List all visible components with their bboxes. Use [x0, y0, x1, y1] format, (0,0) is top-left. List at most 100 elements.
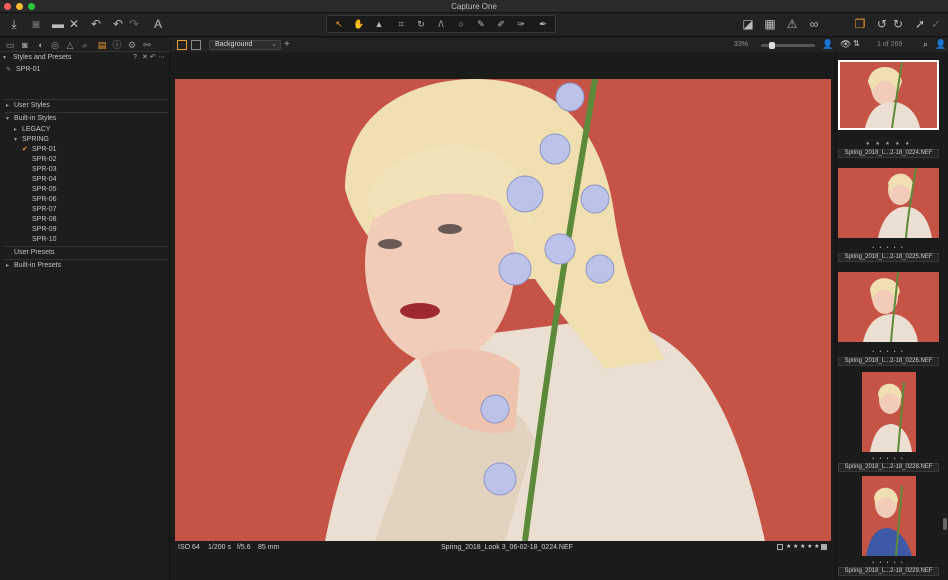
style-item[interactable]: ✔ SPR-01 [0, 145, 168, 155]
more-icon[interactable]: ⋯ [158, 53, 165, 63]
image-viewer: ISO 64 1/200 s f/5.6 85 mm Spring_2018_L… [171, 52, 835, 580]
thumbnail-image [838, 168, 939, 238]
browser-toolbar: 👁 ⇅ 1 of 269 ⌕ 👤 [835, 38, 948, 52]
redo-icon[interactable]: ↷ [126, 16, 142, 32]
rotate-right-icon[interactable]: ↻ [890, 16, 906, 32]
spring-folder[interactable]: ▾ SPRING [0, 135, 168, 145]
window-title: Capture One [451, 2, 497, 11]
background-select[interactable]: Background ⌄ [209, 40, 281, 50]
style-item[interactable]: SPR-05 [0, 185, 168, 195]
user-styles-group[interactable]: ▸ User Styles [0, 101, 168, 111]
thumbnail[interactable] [838, 272, 939, 342]
styles-presets-header[interactable]: ▾ Styles and Presets ? ✕ ↶ ⋯ [0, 53, 168, 63]
legacy-folder[interactable]: ▸ LEGACY [0, 125, 168, 135]
pin-icon[interactable]: ✕ [142, 53, 148, 63]
style-item[interactable]: SPR-07 [0, 205, 168, 215]
stack-icon[interactable]: ❐ [852, 16, 868, 32]
help-icon[interactable]: ? [133, 53, 137, 63]
browser-scrollbar[interactable] [943, 518, 947, 530]
pan-icon[interactable]: ✋ [351, 18, 367, 31]
user-presets-group[interactable]: User Presets [0, 248, 168, 258]
thumbnail-stars[interactable]: • • • • • [838, 349, 939, 355]
section-title: Styles and Presets [13, 54, 72, 61]
rotate-icon[interactable]: ↻ [413, 18, 429, 31]
text-icon[interactable]: A [150, 16, 166, 32]
tab-styles[interactable]: ▤ [96, 39, 108, 51]
viewer-status-bar: ISO 64 1/200 s f/5.6 85 mm Spring_2018_L… [171, 541, 835, 554]
zoom-slider[interactable] [761, 42, 815, 49]
undo-icon[interactable]: ↶ [110, 16, 126, 32]
camera-icon[interactable]: ◙ [28, 16, 44, 32]
reset-icon[interactable]: ↶ [88, 16, 104, 32]
select-checkbox[interactable] [777, 544, 783, 550]
tab-output[interactable]: ⚙ [126, 39, 138, 51]
delete-icon[interactable]: ✕ [66, 16, 82, 32]
aperture-value: f/5.6 [237, 544, 251, 551]
cursor-icon[interactable]: ➚ [912, 16, 928, 32]
grid-icon[interactable]: ▦ [762, 16, 778, 32]
thumbnail-image [838, 272, 939, 342]
check-icon[interactable]: ✓ [928, 16, 944, 32]
tab-batch[interactable]: ⚯ [141, 39, 153, 51]
thumbnail-stars[interactable]: • • • • • [838, 456, 939, 462]
thumbnail-filename: Spring_2018_L...2-18_0226.NEF [838, 357, 939, 366]
thumbnail[interactable] [838, 168, 939, 238]
brush-icon[interactable]: ✎ [473, 18, 489, 31]
sort-icon[interactable]: ⇅ [853, 39, 860, 48]
style-item[interactable]: SPR-04 [0, 175, 168, 185]
tab-details[interactable]: ⌕ [79, 39, 91, 51]
thumbnail-stars[interactable]: • • • • • [838, 560, 939, 566]
single-view-icon[interactable] [191, 40, 201, 50]
thumbnail-image [862, 372, 916, 452]
warning-icon[interactable]: ⚠ [784, 16, 800, 32]
zoom-slider-handle[interactable] [769, 42, 775, 49]
main-photo[interactable] [175, 79, 831, 541]
glasses-icon[interactable]: ∞ [806, 16, 822, 32]
eye-icon[interactable]: 👁 [840, 39, 851, 50]
thumbnail-stars[interactable]: ★ ★ ★ ★ ★ [838, 141, 939, 147]
tab-lens[interactable]: ◖ [34, 39, 46, 51]
thumbnail[interactable] [838, 372, 939, 452]
star-rating[interactable]: ★ ★ ★ ★ ★ [786, 541, 820, 554]
style-item[interactable]: SPR-02 [0, 155, 168, 165]
tab-library[interactable]: ▭ [4, 39, 16, 51]
eraser-icon[interactable]: ✑ [513, 18, 529, 31]
person-icon[interactable]: 👤 [822, 39, 833, 50]
loupe-icon[interactable]: ▲ [371, 18, 387, 31]
keystone-icon[interactable]: /\ [433, 18, 449, 31]
color-tag[interactable] [821, 544, 827, 550]
select-icon[interactable]: ↖ [331, 18, 347, 31]
style-item[interactable]: SPR-03 [0, 165, 168, 175]
image-counter: 1 of 269 [877, 41, 903, 48]
style-item[interactable]: SPR-10 [0, 235, 168, 245]
import-icon[interactable]: ⤓ [6, 16, 22, 32]
image-filename: Spring_2018_Look 3_06-02-18_0224.NEF [441, 544, 573, 551]
thumbnail-stars[interactable]: • • • • • [838, 245, 939, 251]
tab-color[interactable]: ◎ [49, 39, 61, 51]
divider [4, 246, 168, 247]
thumbnail[interactable] [838, 476, 939, 556]
builtin-presets-group[interactable]: ▸ Built-in Presets [0, 261, 168, 271]
multi-view-icon[interactable] [177, 40, 187, 50]
tab-capture[interactable]: ◙ [19, 39, 31, 51]
circle-icon[interactable]: ○ [453, 18, 469, 31]
brush-small-icon: ✎ [6, 67, 12, 73]
thumbnail[interactable] [838, 60, 939, 130]
rotate-left-icon[interactable]: ↺ [874, 16, 890, 32]
search-icon[interactable]: ⌕ [923, 39, 928, 50]
chevron-down-icon: ▾ [6, 116, 10, 122]
picker-icon[interactable]: ✐ [493, 18, 509, 31]
style-item[interactable]: SPR-09 [0, 225, 168, 235]
user-icon[interactable]: 👤 [935, 39, 946, 50]
crop-icon[interactable]: ⌗ [393, 18, 409, 31]
annotate-icon[interactable]: ✒ [535, 18, 551, 31]
style-item[interactable]: SPR-08 [0, 215, 168, 225]
folder-icon[interactable]: ▬ [50, 16, 66, 32]
builtin-styles-group[interactable]: ▾ Built-in Styles [0, 114, 168, 124]
style-item[interactable]: SPR-06 [0, 195, 168, 205]
proof-icon[interactable]: ◪ [740, 16, 756, 32]
reset-tool-icon[interactable]: ↶ [150, 53, 156, 63]
add-icon[interactable]: + [284, 39, 290, 50]
tab-exposure[interactable]: △ [64, 39, 76, 51]
tab-metadata[interactable]: ⓘ [111, 39, 123, 51]
